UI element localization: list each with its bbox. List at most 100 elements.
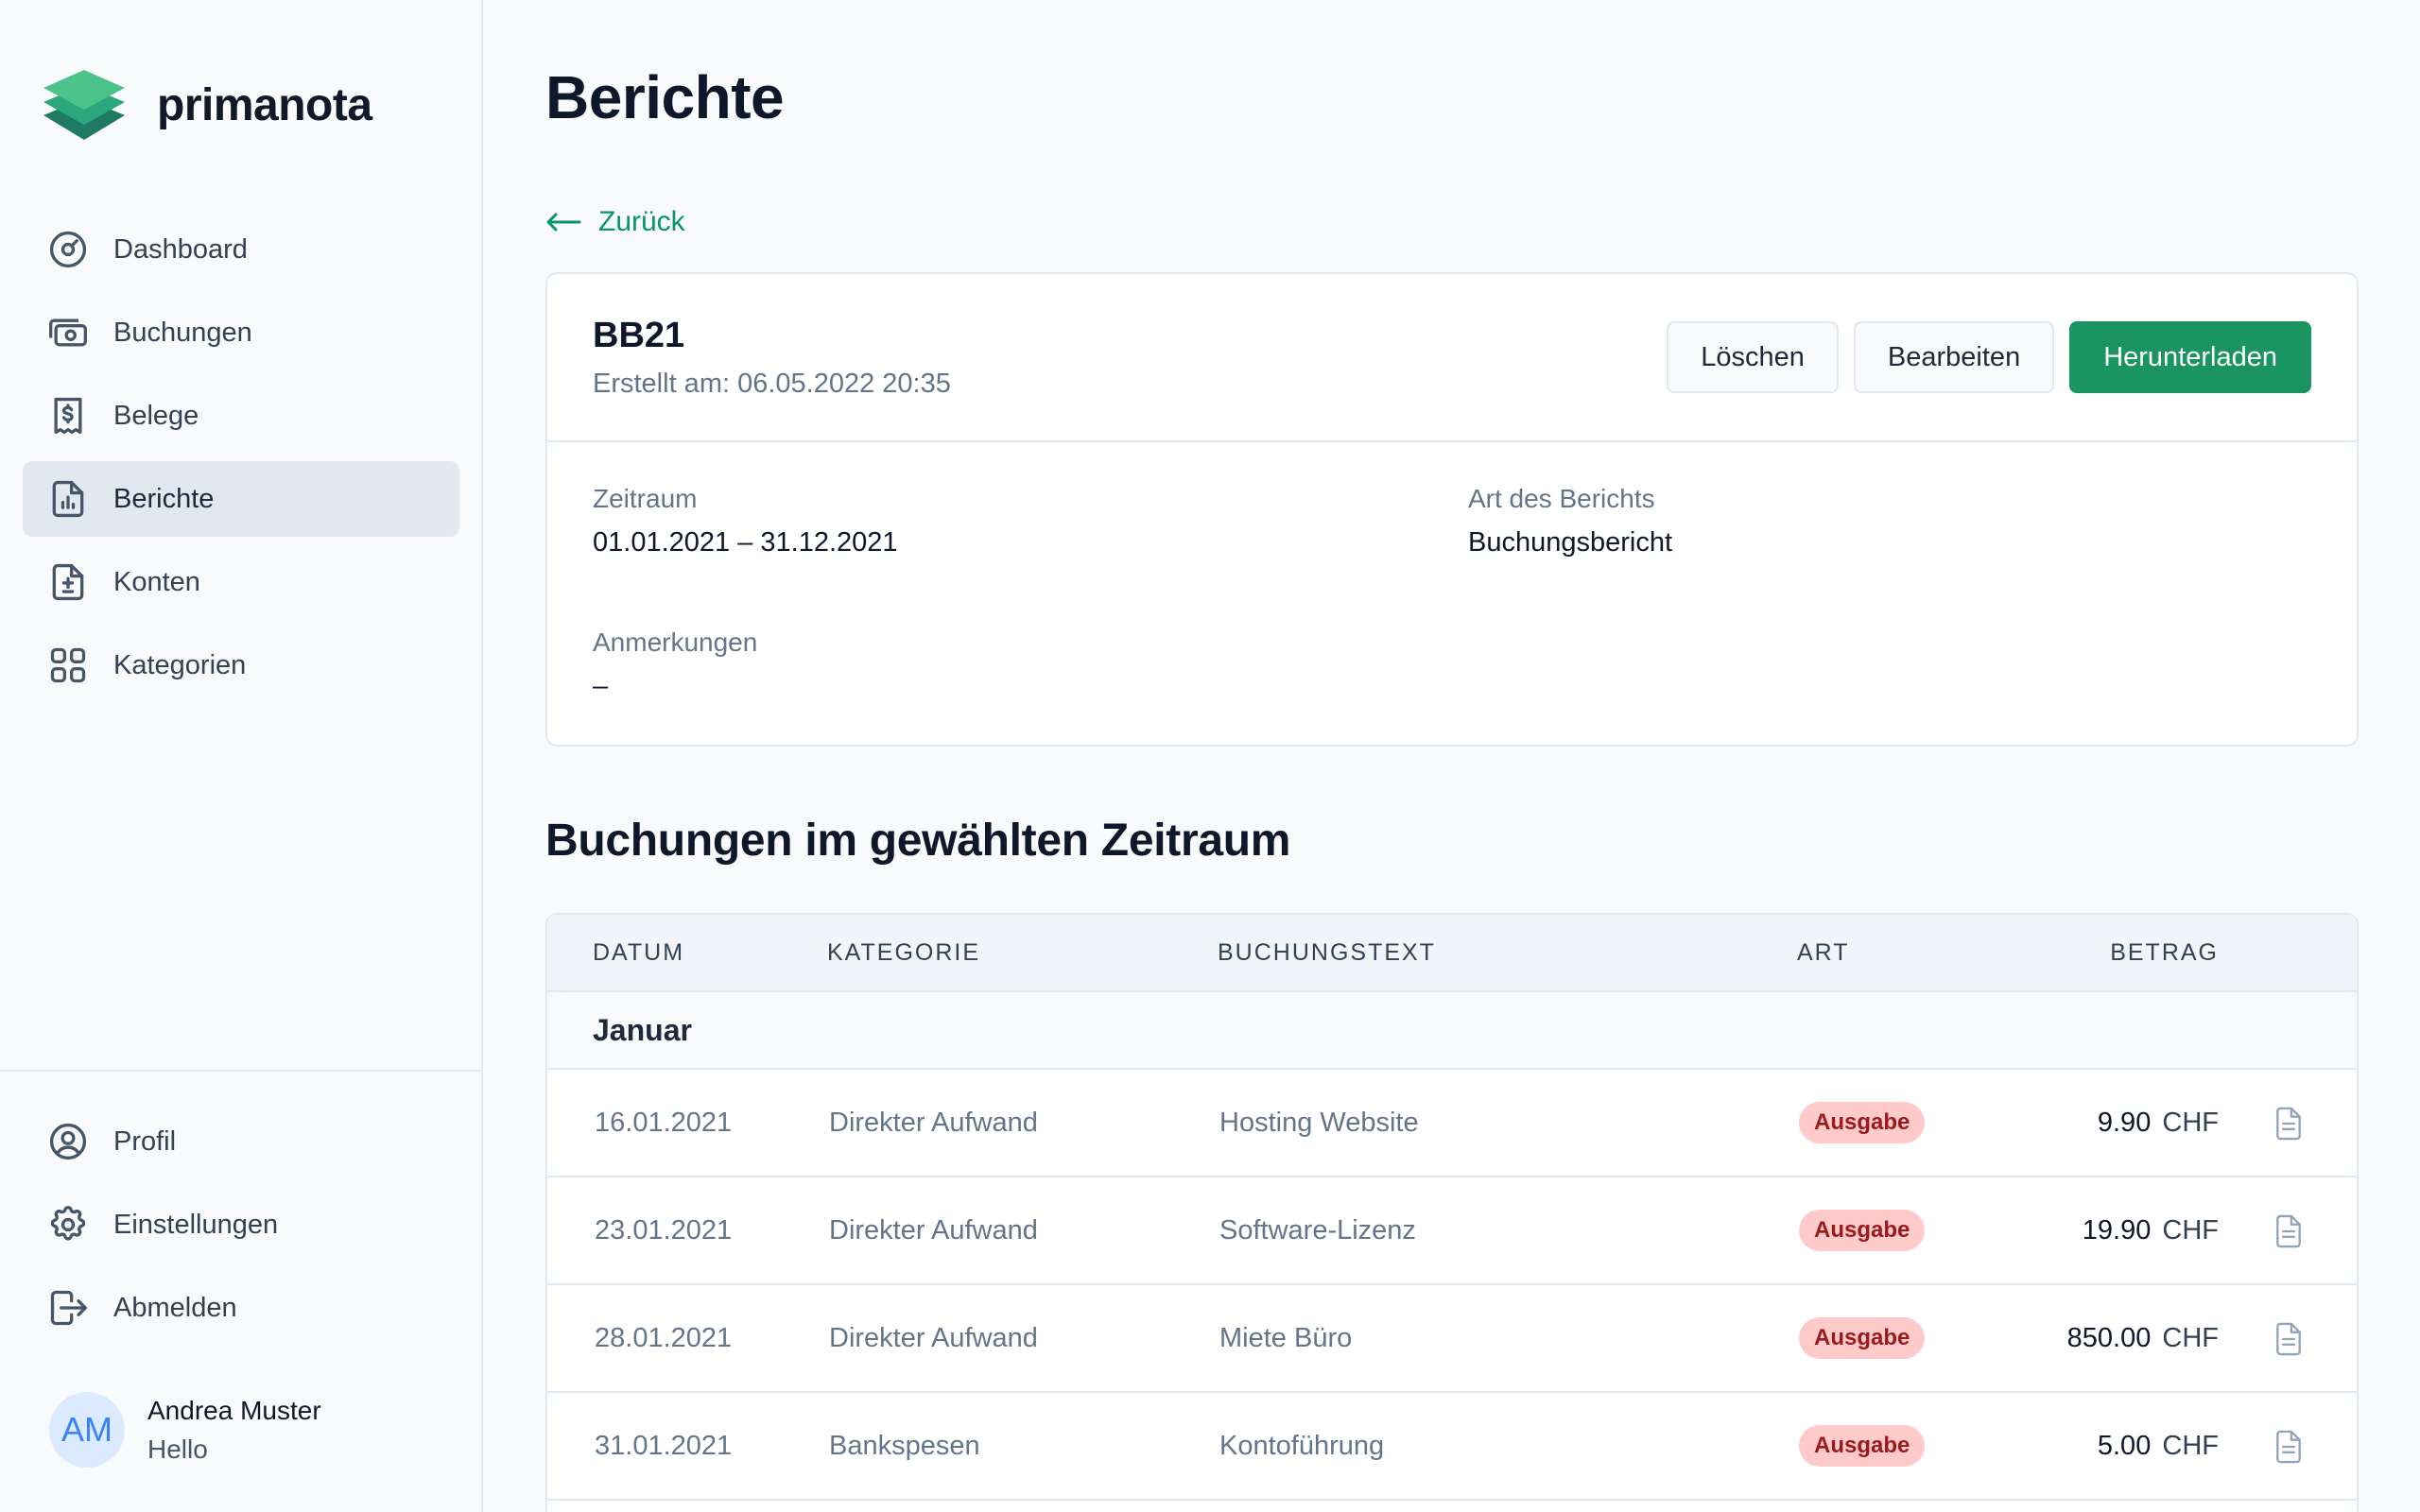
avatar: AM xyxy=(49,1392,125,1468)
document-icon[interactable] xyxy=(2272,1429,2306,1465)
row-category: Direkter Aufwand xyxy=(829,1108,1038,1138)
amount-currency: CHF xyxy=(2162,1108,2219,1138)
document-icon[interactable] xyxy=(2272,1106,2306,1142)
row-date: 16.01.2021 xyxy=(595,1108,733,1138)
type-badge: Ausgabe xyxy=(1799,1210,1926,1251)
sidebar-item-label: Konten xyxy=(113,566,200,597)
arrow-left-icon xyxy=(546,213,581,232)
table-row[interactable]: 23.01.2021 Direkter Aufwand Software-Liz… xyxy=(547,1177,2357,1285)
sidebar-item-profil[interactable]: Profil xyxy=(23,1104,459,1179)
sidebar-item-label: Belege xyxy=(113,400,199,431)
receipt-icon xyxy=(47,395,89,437)
column-header-betrag[interactable]: BETRAG xyxy=(2110,939,2219,967)
column-header-datum[interactable]: DATUM xyxy=(593,939,684,967)
table-header: DATUM KATEGORIE BUCHUNGSTEXT ART BETRAG xyxy=(547,915,2357,992)
document-icon[interactable] xyxy=(2272,1213,2306,1249)
gear-icon xyxy=(47,1204,89,1246)
row-category: Direkter Aufwand xyxy=(829,1323,1038,1353)
document-icon[interactable] xyxy=(2272,1321,2306,1357)
table-row[interactable]: 31.01.2021 Bankspesen Kontoführung Ausga… xyxy=(547,1393,2357,1501)
sidebar-item-kategorien[interactable]: Kategorien xyxy=(23,627,459,703)
report-type-label: Art des Berichts xyxy=(1468,484,1655,513)
row-date: 28.01.2021 xyxy=(595,1323,733,1353)
edit-button[interactable]: Bearbeiten xyxy=(1853,321,2055,393)
sidebar-item-einstellungen[interactable]: Einstellungen xyxy=(23,1187,459,1263)
user-circle-icon xyxy=(47,1121,89,1162)
row-date: 31.01.2021 xyxy=(595,1431,733,1461)
sidebar-item-label: Einstellungen xyxy=(113,1209,279,1240)
sidebar-item-label: Profil xyxy=(113,1125,177,1157)
type-badge: Ausgabe xyxy=(1799,1102,1926,1143)
secondary-nav: Profil Einstellungen Abmelden xyxy=(23,1104,459,1353)
month-group-header: Januar xyxy=(547,992,2357,1070)
report-card: BB21 Erstellt am: 06.05.2022 20:35 Lösch… xyxy=(545,272,2359,747)
cash-icon xyxy=(47,312,89,353)
report-details: Zeitraum 01.01.2021 – 31.12.2021 Art des… xyxy=(547,442,2357,745)
report-actions: Löschen Bearbeiten Herunterladen xyxy=(1651,321,2311,393)
row-amount: 9.90 CHF xyxy=(2098,1108,2219,1139)
table-row[interactable]: 28.01.2021 Direkter Aufwand Miete Büro A… xyxy=(547,1285,2357,1393)
notes-label: Anmerkungen xyxy=(593,627,758,657)
notes-value: – xyxy=(593,671,609,701)
row-text: Software-Lizenz xyxy=(1219,1215,1416,1246)
sidebar-item-konten[interactable]: Konten xyxy=(23,544,459,620)
user-subtitle: Hello xyxy=(147,1435,208,1464)
column-header-art[interactable]: ART xyxy=(1797,939,1850,967)
row-category: Direkter Aufwand xyxy=(829,1215,1038,1246)
type-badge: Ausgabe xyxy=(1799,1317,1926,1359)
row-amount: 850.00 CHF xyxy=(2067,1323,2219,1354)
report-type-field: Art des Berichts Buchungsbericht xyxy=(1468,484,1672,558)
sidebar-item-berichte[interactable]: Berichte xyxy=(23,461,459,537)
back-link-label: Zurück xyxy=(598,206,685,237)
sidebar-item-belege[interactable]: Belege xyxy=(23,378,459,454)
sidebar-item-buchungen[interactable]: Buchungen xyxy=(23,295,459,370)
notes-field: Anmerkungen – xyxy=(593,627,757,702)
sidebar-item-abmelden[interactable]: Abmelden xyxy=(23,1270,459,1346)
table-row[interactable]: 16.01.2021 Direkter Aufwand Hosting Webs… xyxy=(547,1070,2357,1177)
month-label: Januar xyxy=(593,1013,692,1047)
main-nav: Dashboard Buchungen Belege Berichte Kont… xyxy=(23,212,459,711)
gauge-icon xyxy=(47,229,89,270)
logout-icon xyxy=(47,1287,89,1329)
sidebar: primanota Dashboard Buchungen Belege Ber… xyxy=(0,0,483,1512)
page-title: Berichte xyxy=(545,63,785,131)
report-card-header: BB21 Erstellt am: 06.05.2022 20:35 Lösch… xyxy=(547,274,2357,442)
sidebar-item-label: Berichte xyxy=(113,483,215,514)
column-header-kategorie[interactable]: KATEGORIE xyxy=(827,939,980,967)
sidebar-item-label: Kategorien xyxy=(113,649,247,680)
download-button[interactable]: Herunterladen xyxy=(2069,321,2311,393)
section-title: Buchungen im gewählten Zeitraum xyxy=(545,816,1291,866)
period-label: Zeitraum xyxy=(593,484,698,513)
sidebar-divider xyxy=(0,1070,481,1072)
report-created-date: Erstellt am: 06.05.2022 20:35 xyxy=(593,369,951,399)
amount-value: 5.00 xyxy=(2097,1431,2152,1461)
user-profile[interactable]: AM Andrea Muster Hello xyxy=(49,1391,321,1469)
report-icon xyxy=(47,478,89,520)
user-name: Andrea Muster xyxy=(147,1396,321,1425)
sidebar-item-dashboard[interactable]: Dashboard xyxy=(23,212,459,287)
delete-button[interactable]: Löschen xyxy=(1667,321,1839,393)
amount-currency: CHF xyxy=(2162,1431,2219,1461)
row-amount: 19.90 CHF xyxy=(2083,1215,2219,1246)
app-logo[interactable]: primanota xyxy=(43,70,372,140)
back-link[interactable]: Zurück xyxy=(545,206,685,238)
sidebar-item-label: Dashboard xyxy=(113,233,248,265)
row-category: Bankspesen xyxy=(829,1431,980,1461)
report-id: BB21 xyxy=(593,316,685,355)
report-type-value: Buchungsbericht xyxy=(1468,527,1673,558)
amount-value: 9.90 xyxy=(2097,1108,2152,1138)
layers-logo-icon xyxy=(43,70,125,140)
row-date: 23.01.2021 xyxy=(595,1215,733,1246)
column-header-buchungstext[interactable]: BUCHUNGSTEXT xyxy=(1218,939,1436,967)
amount-currency: CHF xyxy=(2162,1323,2219,1353)
amount-value: 19.90 xyxy=(2082,1215,2152,1246)
period-value: 01.01.2021 – 31.12.2021 xyxy=(593,527,898,558)
period-field: Zeitraum 01.01.2021 – 31.12.2021 xyxy=(593,484,898,558)
main-content: Berichte Zurück BB21 Erstellt am: 06.05.… xyxy=(545,0,2359,1512)
row-amount: 5.00 CHF xyxy=(2098,1431,2219,1462)
grid-icon xyxy=(47,644,89,686)
sidebar-item-label: Buchungen xyxy=(113,317,252,348)
amount-value: 850.00 xyxy=(2066,1323,2152,1353)
bookings-table: DATUM KATEGORIE BUCHUNGSTEXT ART BETRAG … xyxy=(545,913,2359,1512)
app-name: primanota xyxy=(157,79,372,130)
